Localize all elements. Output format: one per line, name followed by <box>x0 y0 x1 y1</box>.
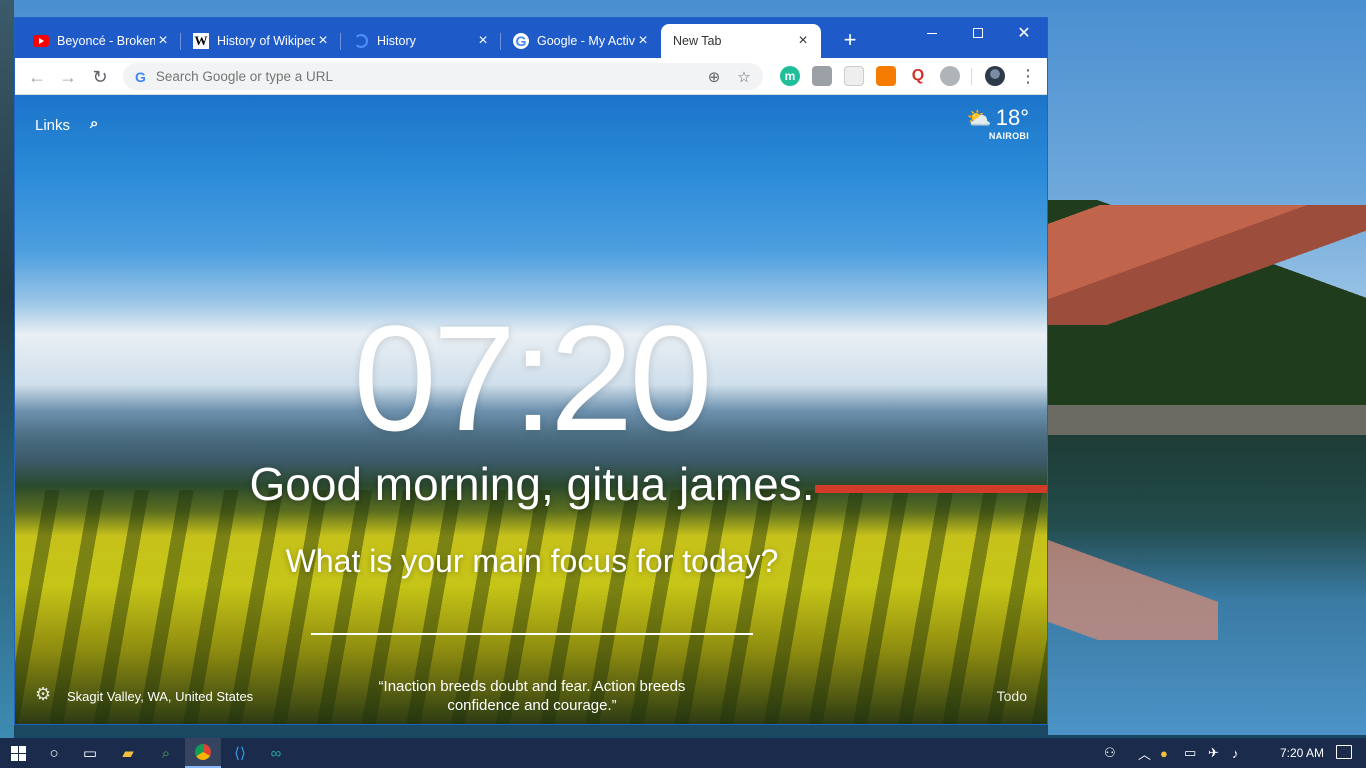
daily-quote: “Inaction breeds doubt and fear. Action … <box>378 678 686 714</box>
tab-google-activity[interactable]: G Google - My Activity × <box>501 24 661 58</box>
momentum-dashboard: Links ⌕ ⛅ 18° NAIROBI 07:20 Good morning,… <box>15 95 1047 724</box>
greeting: Good morning, gitua james. <box>249 458 815 510</box>
close-window-button[interactable]: ✕ <box>1001 18 1047 48</box>
chrome-window: Beyoncé - Broken-Hearted Girl × W Histor… <box>14 17 1048 725</box>
tab-youtube[interactable]: Beyoncé - Broken-Hearted Girl × <box>21 24 181 58</box>
tray-chevron-up-icon[interactable]: ︿ <box>1138 738 1151 768</box>
cortana-circle-icon[interactable]: ○ <box>36 738 72 768</box>
tab-title: History <box>377 34 416 48</box>
chrome-logo-icon <box>195 744 211 760</box>
search-app-icon[interactable]: ⌕ <box>148 738 184 768</box>
desktop-wallpaper-mountain <box>1048 205 1366 325</box>
tab-title: History of Wikipedia <box>217 34 315 48</box>
forward-arrow-icon[interactable]: → <box>56 65 80 89</box>
reload-icon[interactable]: ↻ <box>88 65 112 89</box>
tab-strip: Beyoncé - Broken-Hearted Girl × W Histor… <box>21 24 821 58</box>
orange-extension-icon[interactable] <box>876 66 896 86</box>
screenshot-extension-icon[interactable] <box>812 66 832 86</box>
google-g-icon: G <box>135 68 146 85</box>
kebab-menu-icon[interactable]: ⋮ <box>1019 66 1037 86</box>
tab-title: Beyoncé - Broken-Hearted Girl <box>57 34 155 48</box>
tab-close-icon[interactable]: × <box>475 33 491 49</box>
battery-icon[interactable]: ▭ <box>1184 738 1196 768</box>
profile-avatar[interactable] <box>985 66 1005 86</box>
tab-close-icon[interactable]: × <box>635 33 651 49</box>
todo-button[interactable]: Todo <box>997 688 1027 704</box>
tab-close-icon[interactable]: × <box>315 33 331 49</box>
calendar-extension-icon[interactable] <box>844 66 864 86</box>
tab-title: New Tab <box>673 34 722 48</box>
task-view-icon[interactable]: ▭ <box>72 738 108 768</box>
mendeley-extension-icon[interactable]: m <box>780 66 800 86</box>
location-target-icon[interactable]: ⊕ <box>703 66 725 88</box>
partly-cloudy-icon: ⛅ <box>966 107 992 130</box>
minimize-icon <box>927 32 937 34</box>
extensions-bar: m Q <box>780 66 960 86</box>
search-icon[interactable]: ⌕ <box>90 115 98 132</box>
address-input[interactable] <box>155 69 695 84</box>
start-button[interactable] <box>0 738 36 768</box>
settings-gear-icon[interactable]: ⚙ <box>35 684 51 705</box>
new-tab-plus-icon[interactable]: + <box>838 29 862 51</box>
history-icon <box>353 33 369 49</box>
desktop-wallpaper-left <box>0 0 14 738</box>
desktop-wallpaper-reflection <box>1048 520 1218 640</box>
grey-extension-icon[interactable] <box>940 66 960 86</box>
vscode-icon[interactable]: ⟨⟩ <box>222 738 258 768</box>
tab-title: Google - My Activity <box>537 34 635 48</box>
omnibox[interactable]: G ⊕ ☆ <box>123 63 763 90</box>
tray-app-icon[interactable]: ● <box>1160 738 1168 768</box>
windows-taskbar: ○ ▭ ▰ ⌕ ⟨⟩ ∞ ⚇ ︿ ● ▭ ✈ ♪ 7:20 AM <box>0 738 1366 768</box>
minimize-button[interactable] <box>909 18 955 48</box>
toolbar-separator <box>971 68 972 85</box>
tray-people-icon[interactable]: ⚇ <box>1104 738 1116 768</box>
browser-toolbar: ← → ↻ G ⊕ ☆ m Q ⋮ <box>15 58 1047 95</box>
youtube-icon <box>33 33 49 49</box>
titlebar: Beyoncé - Broken-Hearted Girl × W Histor… <box>15 18 1047 58</box>
wikipedia-icon: W <box>193 33 209 49</box>
tab-history[interactable]: History × <box>341 24 501 58</box>
tab-wikipedia[interactable]: W History of Wikipedia × <box>181 24 341 58</box>
bookmark-star-icon[interactable]: ☆ <box>733 66 755 88</box>
weather-temperature: 18° <box>995 105 1029 130</box>
chrome-taskbar-icon[interactable] <box>185 738 221 768</box>
airplane-mode-icon[interactable]: ✈ <box>1208 738 1219 768</box>
clock: 07:20 <box>353 294 712 462</box>
google-icon: G <box>513 33 529 49</box>
windows-logo-icon <box>10 745 26 761</box>
weather-widget[interactable]: ⛅ 18° NAIROBI <box>967 105 1029 141</box>
tab-new-tab[interactable]: New Tab × <box>661 24 821 58</box>
volume-icon[interactable]: ♪ <box>1232 738 1239 768</box>
focus-question: What is your main focus for today? <box>285 543 779 579</box>
taskbar-clock[interactable]: 7:20 AM <box>1280 738 1324 768</box>
photo-location[interactable]: Skagit Valley, WA, United States <box>67 689 253 704</box>
quora-extension-icon[interactable]: Q <box>908 66 928 86</box>
arduino-icon[interactable]: ∞ <box>258 738 294 768</box>
tab-close-icon[interactable]: × <box>795 33 811 49</box>
maximize-icon <box>973 28 983 38</box>
close-icon: ✕ <box>1017 25 1031 42</box>
links-button[interactable]: Links <box>35 117 70 134</box>
weather-city: NAIROBI <box>988 131 1029 141</box>
desktop-wallpaper-shore <box>1048 405 1366 435</box>
action-center-icon[interactable] <box>1336 745 1352 759</box>
focus-input[interactable] <box>311 613 753 635</box>
back-arrow-icon[interactable]: ← <box>25 65 49 89</box>
file-explorer-icon[interactable]: ▰ <box>110 738 146 768</box>
tab-close-icon[interactable]: × <box>155 33 171 49</box>
maximize-button[interactable] <box>955 18 1001 48</box>
